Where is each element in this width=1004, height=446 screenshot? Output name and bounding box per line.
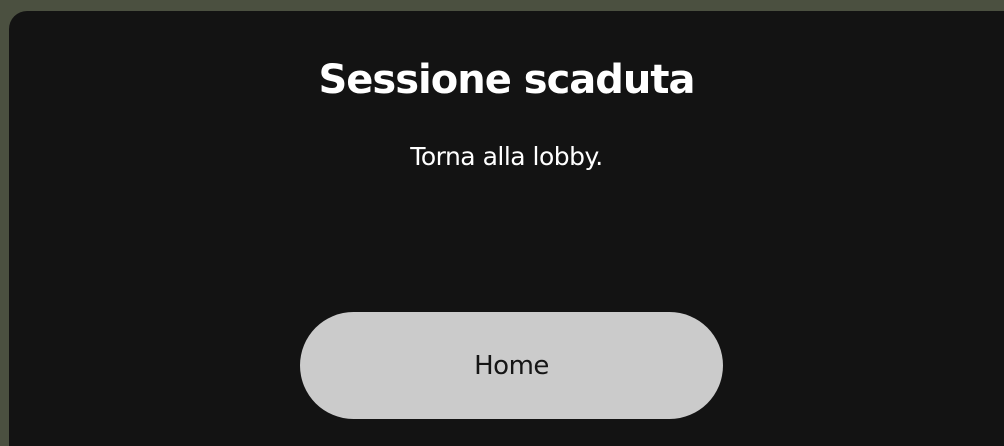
- session-expired-dialog: Sessione scaduta Torna alla lobby. Home: [9, 11, 1004, 446]
- home-button-label: Home: [474, 350, 549, 381]
- home-button[interactable]: Home: [300, 312, 723, 419]
- dialog-message: Torna alla lobby.: [410, 142, 603, 171]
- dialog-title: Sessione scaduta: [318, 57, 695, 103]
- page-backdrop: Sessione scaduta Torna alla lobby. Home: [0, 0, 1004, 446]
